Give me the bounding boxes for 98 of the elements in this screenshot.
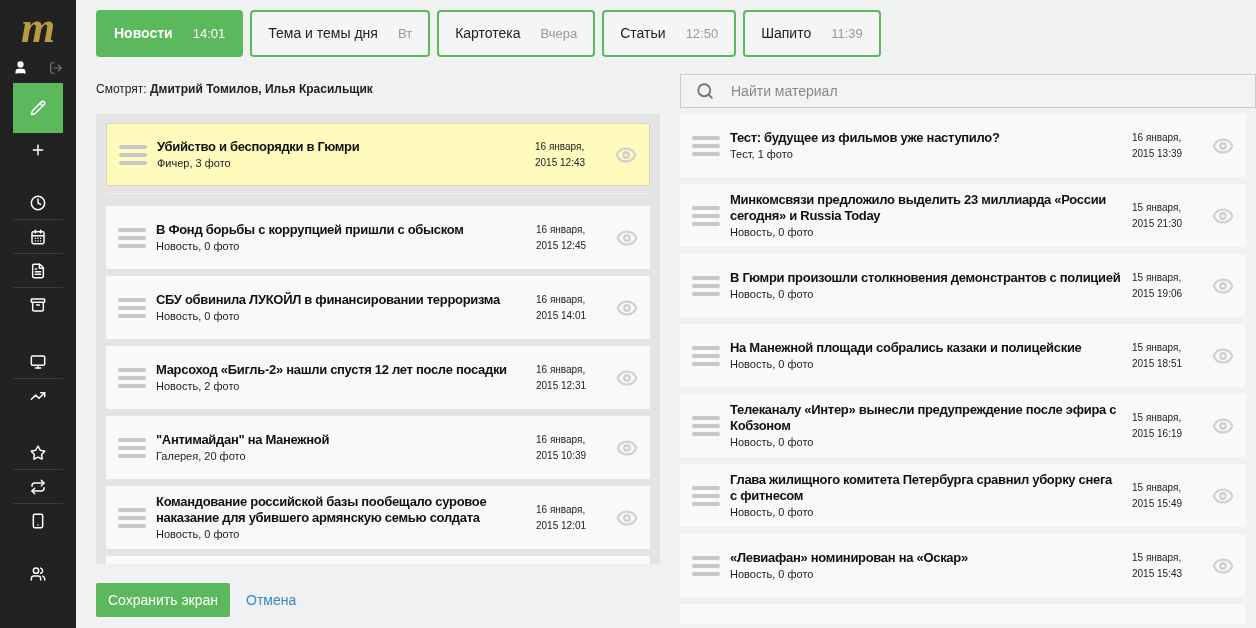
article-time: 2015 12:45 <box>536 238 588 253</box>
repeat-icon <box>30 478 46 495</box>
article-date: 16 января, <box>535 139 586 154</box>
drag-handle-icon[interactable] <box>118 227 146 248</box>
phone-icon <box>30 512 46 529</box>
article-card[interactable]: Глава жилищного комитета Петербурга сравнил уборку снега с фитнесом Новость, 0 фото 15 января, 2015 15:49 <box>680 464 1246 527</box>
article-card[interactable]: В Фонд борьбы с коррупцией пришли с обыском Новость, 0 фото 16 января, 2015 12:45 <box>106 206 650 269</box>
article-time: 2015 15:49 <box>1132 496 1184 511</box>
article-time: 2015 12:01 <box>536 518 588 533</box>
article-date: 15 января, <box>1132 550 1183 565</box>
search-field[interactable]: Найти материал <box>680 74 1256 108</box>
star-icon <box>30 444 46 461</box>
article-title: Минкомсвязи предложило выделить 23 миллиарда «России сегодня» и Russia Today <box>730 191 1108 224</box>
article-title: На Манежной площади собрались казаки и полицейские <box>730 339 1083 356</box>
archive-icon <box>30 296 46 313</box>
article-date: 16 января, <box>536 292 587 307</box>
article-meta: Новость, 0 фото <box>730 504 815 520</box>
article-date: 16 января, <box>536 222 587 237</box>
article-date: 16 января, <box>1132 130 1183 145</box>
search-icon <box>696 82 714 100</box>
monitor-icon <box>30 353 46 370</box>
drag-handle-icon[interactable] <box>692 345 720 366</box>
logo[interactable]: m <box>20 4 56 52</box>
document-icon <box>30 262 46 279</box>
article-card[interactable]: СБУ обвинила ЛУКОЙЛ в финансировании терроризма Новость, 0 фото 16 января, 2015 14:01 <box>106 276 650 339</box>
article-time: 2015 16:19 <box>1132 426 1184 441</box>
article-date: 16 января, <box>536 362 587 377</box>
article-card[interactable]: Минкомсвязи предложило выделить 23 миллиарда «России сегодня» и Russia Today Новость, 0 фото 15 января, 2015 21:30 <box>680 184 1246 247</box>
article-title: "Антимайдан" на Манежной <box>156 431 331 448</box>
drag-handle-icon[interactable] <box>118 507 146 528</box>
article-date: 16 января, <box>536 502 587 517</box>
article-time: 2015 14:01 <box>536 308 588 323</box>
viewers-text: Смотрят: Дмитрий Томилов, Илья Красильщик <box>96 81 374 97</box>
logout-icon[interactable] <box>49 60 63 75</box>
article-date: 15 января, <box>1132 480 1183 495</box>
pencil-icon <box>30 100 46 116</box>
article-time: 2015 10:39 <box>536 448 588 463</box>
article-meta: Новость, 0 фото <box>730 224 815 240</box>
drag-handle-icon[interactable] <box>119 144 147 165</box>
article-meta: Новость, 0 фото <box>730 286 815 302</box>
drag-handle-icon[interactable] <box>692 415 720 436</box>
users-icon <box>30 565 46 582</box>
article-title: Тест: будущее из фильмов уже наступило? <box>730 129 1001 146</box>
article-time: 2015 15:43 <box>1132 566 1184 581</box>
article-date: 16 января, <box>536 432 587 447</box>
article-title: В Гюмри произошли столкновения демонстрантов с полицией <box>730 269 1122 286</box>
tab[interactable]: Тема и темы дня Вт <box>250 10 431 57</box>
drag-handle-icon[interactable] <box>692 205 720 226</box>
article-card[interactable]: На Манежной площади собрались казаки и полицейские Новость, 0 фото 15 января, 2015 18:51 <box>680 324 1246 387</box>
article-time: 2015 12:31 <box>536 378 588 393</box>
article-date: 15 января, <box>1132 340 1183 355</box>
drag-handle-icon[interactable] <box>118 367 146 388</box>
article-date: 15 января, <box>1132 270 1183 285</box>
article-meta: Тест, 1 фото <box>730 146 794 162</box>
drag-handle-icon[interactable] <box>692 135 720 156</box>
article-title: Глава жилищного комитета Петербурга сравнил уборку снега с фитнесом <box>730 471 1114 504</box>
article-time: 2015 18:51 <box>1132 356 1184 371</box>
article-meta: Новость, 0 фото <box>730 566 815 582</box>
drag-handle-icon[interactable] <box>118 297 146 318</box>
drag-handle-icon[interactable] <box>692 555 720 576</box>
article-title: В Фонд борьбы с коррупцией пришли с обыском <box>156 221 465 238</box>
article-title: Телеканалу «Интер» вынесли предупреждение после эфира с Кобзоном <box>730 401 1118 434</box>
article-card[interactable]: «Левиафан» номинирован на «Оскар» Новость, 0 фото 15 января, 2015 15:43 <box>680 534 1246 597</box>
article-date: 15 января, <box>1132 200 1183 215</box>
article-card[interactable]: Командование российской базы пообещало суровое наказание для убившего армянскую семью солдата Новость, 0 фото 16 января, 2015 12:01 <box>106 486 650 549</box>
article-time: 2015 21:30 <box>1132 216 1184 231</box>
article-card[interactable]: Убийство и беспорядки в Гюмри Фичер, 3 фото 16 января, 2015 12:43 <box>106 123 650 186</box>
drag-handle-icon[interactable] <box>118 437 146 458</box>
tab[interactable]: Картотека Вчера <box>437 10 596 57</box>
tab[interactable]: Статьи 12:50 <box>602 10 737 57</box>
article-title: СБУ обвинила ЛУКОЙЛ в финансировании терроризма <box>156 291 502 308</box>
article-title: Марсоход «Бигль-2» нашли спустя 12 лет после посадки <box>156 361 508 378</box>
article-title: Командование российской базы пообещало суровое наказание для убившего армянскую семью солдата <box>156 493 488 526</box>
drag-handle-icon[interactable] <box>692 275 720 296</box>
user-icon[interactable] <box>13 60 28 75</box>
article-meta: Новость, 0 фото <box>156 238 241 254</box>
article-title: «Левиафан» номинирован на «Оскар» <box>730 549 969 566</box>
article-meta: Новость, 0 фото <box>730 434 815 450</box>
article-meta: Новость, 0 фото <box>156 308 241 324</box>
calendar-icon <box>30 228 46 245</box>
tab[interactable]: Шапито 11:39 <box>743 10 881 57</box>
article-card[interactable]: Тест: будущее из фильмов уже наступило? Тест, 1 фото 16 января, 2015 13:39 <box>680 114 1246 177</box>
clock-icon <box>30 194 46 211</box>
article-time: 2015 13:39 <box>1132 146 1184 161</box>
article-card[interactable]: "Антимайдан" на Манежной Галерея, 20 фото 16 января, 2015 10:39 <box>106 416 650 479</box>
article-time: 2015 12:43 <box>535 155 587 170</box>
article-meta: Новость, 0 фото <box>730 356 815 372</box>
drag-handle-icon[interactable] <box>692 485 720 506</box>
article-time: 2015 19:06 <box>1132 286 1184 301</box>
article-card[interactable]: Телеканалу «Интер» вынесли предупреждение после эфира с Кобзоном Новость, 0 фото 15 января, 2015 16:19 <box>680 394 1246 457</box>
article-meta: Новость, 2 фото <box>156 378 241 394</box>
article-title: Убийство и беспорядки в Гюмри <box>157 138 361 155</box>
article-card[interactable]: В Гюмри произошли столкновения демонстрантов с полицией Новость, 0 фото 15 января, 2015 19:06 <box>680 254 1246 317</box>
article-card[interactable]: Марсоход «Бигль-2» нашли спустя 12 лет после посадки Новость, 2 фото 16 января, 2015 12:31 <box>106 346 650 409</box>
article-date: 15 января, <box>1132 410 1183 425</box>
article-meta: Галерея, 20 фото <box>156 448 247 464</box>
article-meta: Новость, 0 фото <box>156 526 241 542</box>
article-meta: Фичер, 3 фото <box>157 155 232 171</box>
